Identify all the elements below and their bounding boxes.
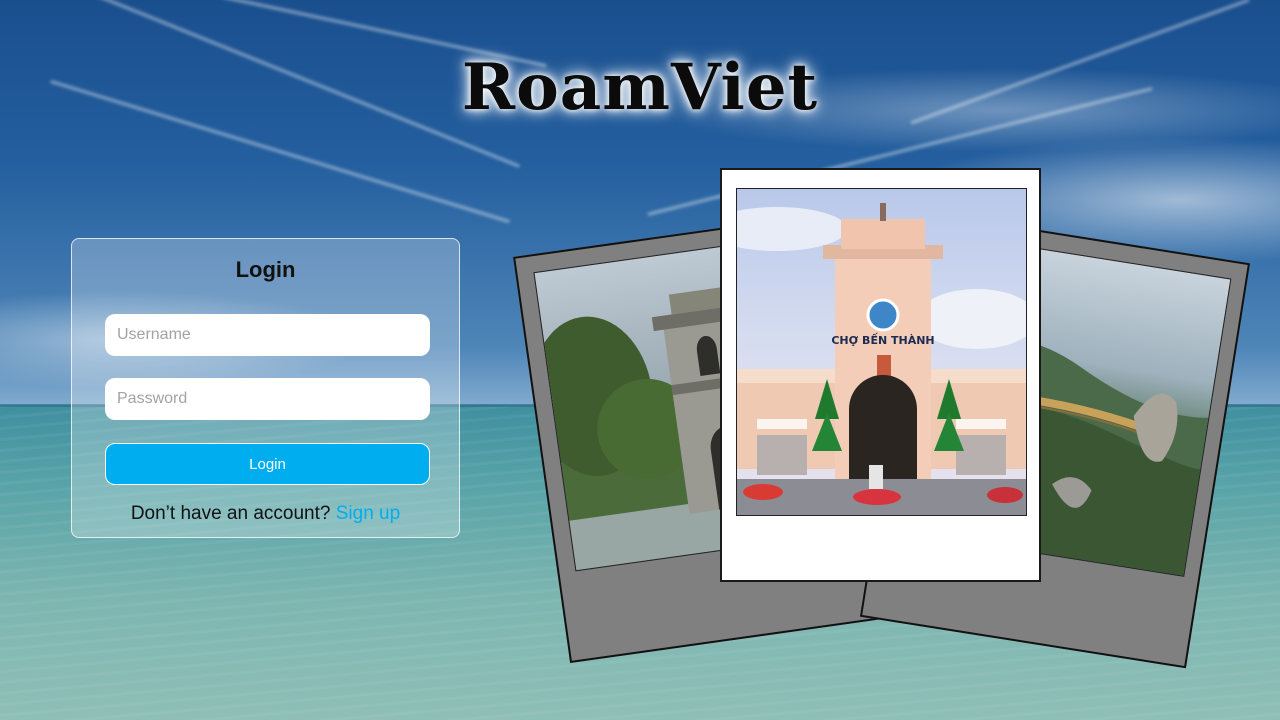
signup-row: Don’t have an account? Sign up (72, 503, 459, 525)
login-button[interactable]: Login (105, 443, 430, 485)
market-sign: CHỢ BẾN THÀNH (831, 332, 934, 347)
polaroid-center: CHỢ BẾN THÀNH (720, 168, 1041, 582)
market-illustration: CHỢ BẾN THÀNH (737, 203, 1026, 515)
signup-link[interactable]: Sign up (336, 503, 400, 524)
login-card: Login Login Don’t have an account? Sign … (71, 238, 460, 538)
signup-prompt: Don’t have an account? (130, 503, 331, 524)
login-heading: Login (235, 257, 296, 282)
password-input[interactable] (105, 378, 430, 420)
username-input[interactable] (105, 314, 430, 356)
market-photo: CHỢ BẾN THÀNH (736, 188, 1027, 516)
app-title: RoamViet (461, 50, 819, 125)
